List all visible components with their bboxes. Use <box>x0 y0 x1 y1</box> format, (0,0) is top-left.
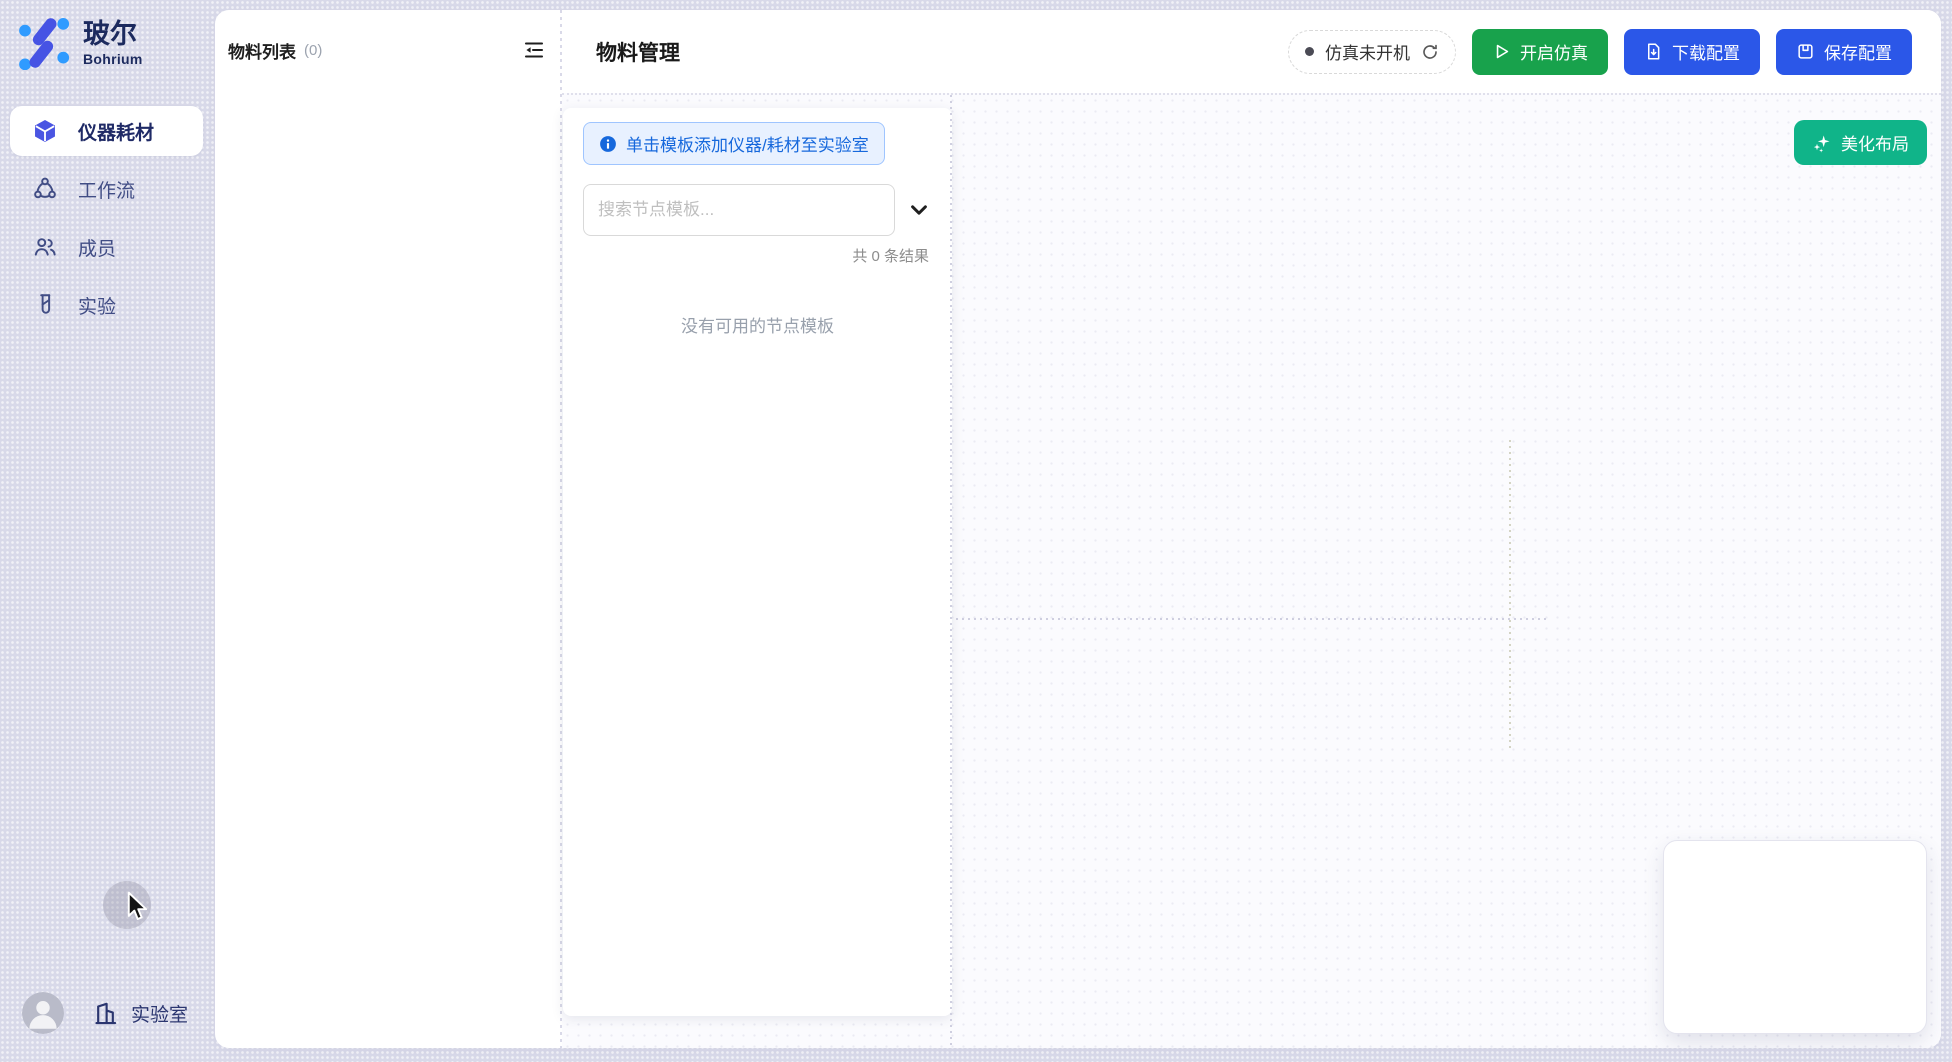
sidebar-item-label: 成员 <box>78 234 116 261</box>
lab-switcher[interactable]: 实验室 <box>92 1000 188 1027</box>
page-title: 物料管理 <box>596 37 680 67</box>
menu-fold-icon <box>522 38 546 62</box>
brand: 玻尔 Bohrium <box>16 16 143 70</box>
materials-count: (0) <box>304 42 322 59</box>
brand-name-zh: 玻尔 <box>83 19 143 50</box>
header-actions: 仿真未开机 开启仿真 <box>1288 29 1912 75</box>
avatar[interactable] <box>22 992 64 1034</box>
experiment-icon <box>32 292 58 318</box>
sparkles-icon <box>1812 133 1832 153</box>
info-banner-text: 单击模板添加仪器/耗材至实验室 <box>626 131 869 156</box>
guide-line-vertical-long <box>950 95 952 1048</box>
mouse-cursor <box>125 891 153 923</box>
main-area: 物料管理 仿真未开机 <box>562 10 1941 1048</box>
play-icon <box>1492 42 1511 61</box>
members-icon <box>32 234 58 260</box>
building-icon <box>92 1000 119 1027</box>
refresh-icon <box>1421 43 1439 61</box>
result-count: 共 0 条结果 <box>563 245 929 266</box>
guide-line-vertical-short <box>1509 440 1511 752</box>
status-dot-icon <box>1305 47 1314 56</box>
template-search-row <box>583 184 932 236</box>
download-config-label: 下载配置 <box>1672 39 1740 64</box>
bohrium-logo-icon <box>16 16 70 70</box>
expand-templates-button[interactable] <box>908 199 930 221</box>
workflow-icon <box>32 176 58 202</box>
search-input[interactable] <box>583 184 895 236</box>
chevron-down-icon <box>908 199 930 221</box>
beautify-layout-label: 美化布局 <box>1841 130 1909 155</box>
simulation-status-pill: 仿真未开机 <box>1288 30 1456 74</box>
app-root: 玻尔 Bohrium 仪器耗材 工作流 <box>0 0 1952 1062</box>
sidebar-item-experiments[interactable]: 实验 <box>10 280 203 330</box>
sidebar-item-label: 工作流 <box>78 176 135 203</box>
materials-panel-body <box>215 90 560 1048</box>
save-icon <box>1796 42 1815 61</box>
info-banner: 单击模板添加仪器/耗材至实验室 <box>583 122 885 165</box>
brand-text: 玻尔 Bohrium <box>83 19 143 66</box>
file-download-icon <box>1644 42 1663 61</box>
flow-canvas[interactable]: 美化布局 单击模板添加仪器/耗材至实验室 <box>562 93 1941 1048</box>
save-config-button[interactable]: 保存配置 <box>1776 29 1912 75</box>
empty-state-text: 没有可用的节点模板 <box>563 312 952 337</box>
person-icon <box>22 992 64 1034</box>
status-label: 仿真未开机 <box>1325 39 1410 64</box>
refresh-status-button[interactable] <box>1421 43 1439 61</box>
brand-name-en: Bohrium <box>83 51 143 67</box>
node-template-panel: 单击模板添加仪器/耗材至实验室 共 0 条结果 没有可用的节点模板 <box>563 108 952 1016</box>
save-config-label: 保存配置 <box>1824 39 1892 64</box>
sidebar-item-instruments[interactable]: 仪器耗材 <box>10 106 203 156</box>
lab-label: 实验室 <box>131 1000 188 1027</box>
sidebar-footer: 实验室 <box>22 992 188 1034</box>
collapse-panel-button[interactable] <box>522 38 546 62</box>
main-header: 物料管理 仿真未开机 <box>562 10 1941 93</box>
sidebar-menu: 仪器耗材 工作流 <box>10 106 203 330</box>
info-icon <box>599 135 617 153</box>
start-simulation-button[interactable]: 开启仿真 <box>1472 29 1608 75</box>
content-card: 物料列表 (0) 物料管理 仿真未开机 <box>215 10 1941 1048</box>
materials-panel-header: 物料列表 (0) <box>215 10 560 90</box>
cube-icon <box>32 118 58 144</box>
minimap[interactable] <box>1663 840 1927 1034</box>
materials-panel: 物料列表 (0) <box>215 10 560 1048</box>
sidebar-item-label: 仪器耗材 <box>78 118 154 145</box>
sidebar-item-workflow[interactable]: 工作流 <box>10 164 203 214</box>
materials-panel-title: 物料列表 <box>228 38 296 63</box>
start-simulation-label: 开启仿真 <box>1520 39 1588 64</box>
sidebar-item-members[interactable]: 成员 <box>10 222 203 272</box>
download-config-button[interactable]: 下载配置 <box>1624 29 1760 75</box>
guide-line-horizontal <box>950 618 1550 620</box>
sidebar-item-label: 实验 <box>78 292 116 319</box>
beautify-layout-button[interactable]: 美化布局 <box>1794 120 1927 165</box>
